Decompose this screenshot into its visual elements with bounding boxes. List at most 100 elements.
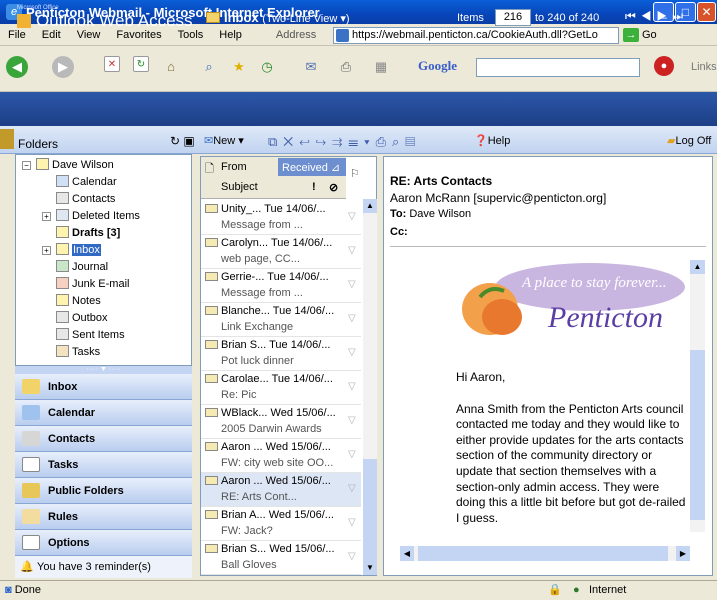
address-input[interactable]: https://webmail.penticton.ca/CookieAuth.…	[333, 27, 619, 44]
folder-name: Inbox	[224, 10, 259, 25]
message-row[interactable]: Brian A... Wed 15/06/... FW: Jack? ▽	[201, 507, 361, 541]
page-navigation[interactable]: ⏮◀▶⏭	[625, 9, 688, 24]
log-off-button[interactable]: ▰Log Off	[667, 134, 711, 147]
envelope-icon	[205, 340, 218, 349]
message-cc: Cc:	[390, 226, 408, 238]
search-icon[interactable]: ⌕	[198, 56, 220, 78]
new-button[interactable]: ✉New ▾	[204, 134, 244, 147]
forward-icon[interactable]: ▶	[52, 56, 74, 78]
message-list-scrollbar[interactable]: ▲ ▼	[363, 199, 377, 575]
tree-junk-email[interactable]: Junk E-mail	[56, 276, 129, 292]
tree-outbox[interactable]: Outbox	[56, 310, 107, 326]
menu-help[interactable]: Help	[211, 29, 250, 41]
envelope-icon	[205, 442, 218, 451]
tree-root[interactable]: Dave Wilson	[36, 157, 114, 173]
items-input[interactable]: 216	[495, 9, 531, 26]
svg-text:Penticton: Penticton	[547, 301, 663, 334]
owa-header	[0, 92, 717, 126]
col-received[interactable]: Received ⊿	[278, 158, 346, 176]
tree-tasks[interactable]: Tasks	[56, 344, 100, 360]
col-subject[interactable]: Subject	[221, 181, 258, 193]
refresh-icon[interactable]: ↻	[133, 56, 149, 72]
calendar-icon	[22, 405, 40, 420]
tree-contacts[interactable]: Contacts	[56, 191, 115, 207]
collapse-icon[interactable]: −	[22, 161, 31, 170]
message-body: Hi Aaron, Anna Smith from the Penticton …	[456, 370, 686, 526]
message-from[interactable]: Aaron McRann [supervic@penticton.org]	[390, 191, 606, 205]
nav-calendar[interactable]: Calendar	[15, 400, 192, 426]
mail-icon[interactable]: ✉	[300, 56, 322, 78]
tree-journal[interactable]: Journal	[56, 259, 108, 275]
stop-icon[interactable]: ✕	[104, 56, 120, 72]
message-row[interactable]: Carolyn... Tue 14/06/... web page, CC... ▽	[201, 235, 361, 269]
expand-icon[interactable]: +	[42, 246, 51, 255]
nav-tasks[interactable]: Tasks	[15, 452, 192, 478]
message-row[interactable]: Brian S... Tue 14/06/... Pot luck dinner ▽	[201, 337, 361, 371]
google-search-input[interactable]	[476, 58, 640, 77]
back-icon[interactable]: ◀	[6, 56, 28, 78]
nav-public-folders[interactable]: Public Folders	[15, 478, 192, 504]
message-subject: RE: Arts Contacts	[390, 174, 493, 188]
tasks-icon	[22, 457, 40, 472]
edit-icon[interactable]: ▦	[370, 56, 392, 78]
tree-deleted-items[interactable]: Deleted Items	[56, 208, 140, 224]
nav-options[interactable]: Options	[15, 530, 192, 556]
tree-inbox[interactable]: Inbox	[56, 242, 101, 258]
help-button[interactable]: ❓Help	[474, 134, 510, 147]
message-row[interactable]: WBlack... Wed 15/06/... 2005 Darwin Award…	[201, 405, 361, 439]
toolbar-extension-icon[interactable]: ●	[654, 56, 674, 76]
contacts-icon	[22, 431, 40, 446]
envelope-icon	[205, 408, 218, 417]
envelope-icon	[205, 510, 218, 519]
envelope-icon	[205, 204, 218, 213]
address-url: https://webmail.penticton.ca/CookieAuth.…	[352, 29, 598, 41]
folders-refresh-icon[interactable]: ↻ ▣	[170, 134, 195, 148]
sent-icon	[56, 328, 69, 340]
col-from[interactable]: From	[221, 161, 247, 173]
items-range: to 240 of 240	[535, 12, 600, 24]
folders-title: Folders	[18, 137, 59, 151]
journal-icon	[56, 260, 69, 272]
google-toolbar-logo[interactable]: Google	[418, 58, 457, 74]
tree-calendar[interactable]: Calendar	[56, 174, 117, 190]
svg-text:A place to stay forever...: A place to stay forever...	[521, 275, 667, 291]
message-row[interactable]: Gerrie-... Tue 14/06/... Message from ...…	[201, 269, 361, 303]
flag-icon: ▽	[348, 551, 356, 562]
flag-icon: ▽	[348, 279, 356, 290]
importance-icon[interactable]: !	[312, 181, 316, 193]
options-icon	[22, 535, 40, 550]
go-button[interactable]: → Go	[623, 27, 665, 44]
message-row[interactable]: Carolae... Tue 14/06/... Re: Pic ▽	[201, 371, 361, 405]
nav-inbox[interactable]: Inbox	[15, 374, 192, 400]
view-selector[interactable]: (Two-Line View ▾)	[262, 13, 349, 25]
nav-rules[interactable]: Rules	[15, 504, 192, 530]
reminder-bar[interactable]: 🔔 You have 3 reminder(s)	[15, 556, 192, 578]
history-icon[interactable]: ◷	[256, 56, 278, 78]
tree-notes[interactable]: Notes	[56, 293, 101, 309]
message-row[interactable]: Blanche... Tue 14/06/... Link Exchange ▽	[201, 303, 361, 337]
reading-scrollbar[interactable]: ▲	[690, 260, 705, 532]
page-icon	[336, 29, 349, 42]
pane-resize-grip[interactable]: ····· ▼ ·····	[15, 366, 192, 374]
doc-icon: 🗋	[205, 163, 214, 175]
message-row-selected[interactable]: Aaron ... Wed 15/06/... RE: Arts Cont... ▽	[201, 473, 361, 507]
help-label: Help	[487, 135, 511, 147]
favorites-icon[interactable]: ★	[228, 56, 250, 78]
flag-header-icon[interactable]: ⚐	[350, 167, 360, 180]
nav-contacts[interactable]: Contacts	[15, 426, 192, 452]
print-icon[interactable]: ⎙	[335, 56, 357, 78]
horizontal-scrollbar[interactable]: ◀ ▶	[400, 546, 690, 561]
tree-sent-items[interactable]: Sent Items	[56, 327, 125, 343]
home-icon[interactable]: ⌂	[160, 56, 182, 78]
close-button[interactable]: ✕	[697, 2, 716, 22]
message-row[interactable]: Unity_... Tue 14/06/... Message from ... ▽	[201, 201, 361, 235]
links-label[interactable]: Links	[691, 61, 717, 73]
tree-drafts[interactable]: Drafts [3]	[56, 225, 120, 241]
expand-icon[interactable]: +	[42, 212, 51, 221]
attachment-icon[interactable]: ⊘	[329, 181, 338, 194]
junk-icon	[56, 277, 69, 289]
message-action-icons[interactable]: ⧉✕↩↪⇉☰▾⎙⌕▤	[268, 134, 421, 150]
envelope-icon	[205, 544, 218, 553]
message-row[interactable]: Aaron ... Wed 15/06/... FW: city web site…	[201, 439, 361, 473]
message-row[interactable]: Brian S... Wed 15/06/... Ball Gloves ▽	[201, 541, 361, 575]
